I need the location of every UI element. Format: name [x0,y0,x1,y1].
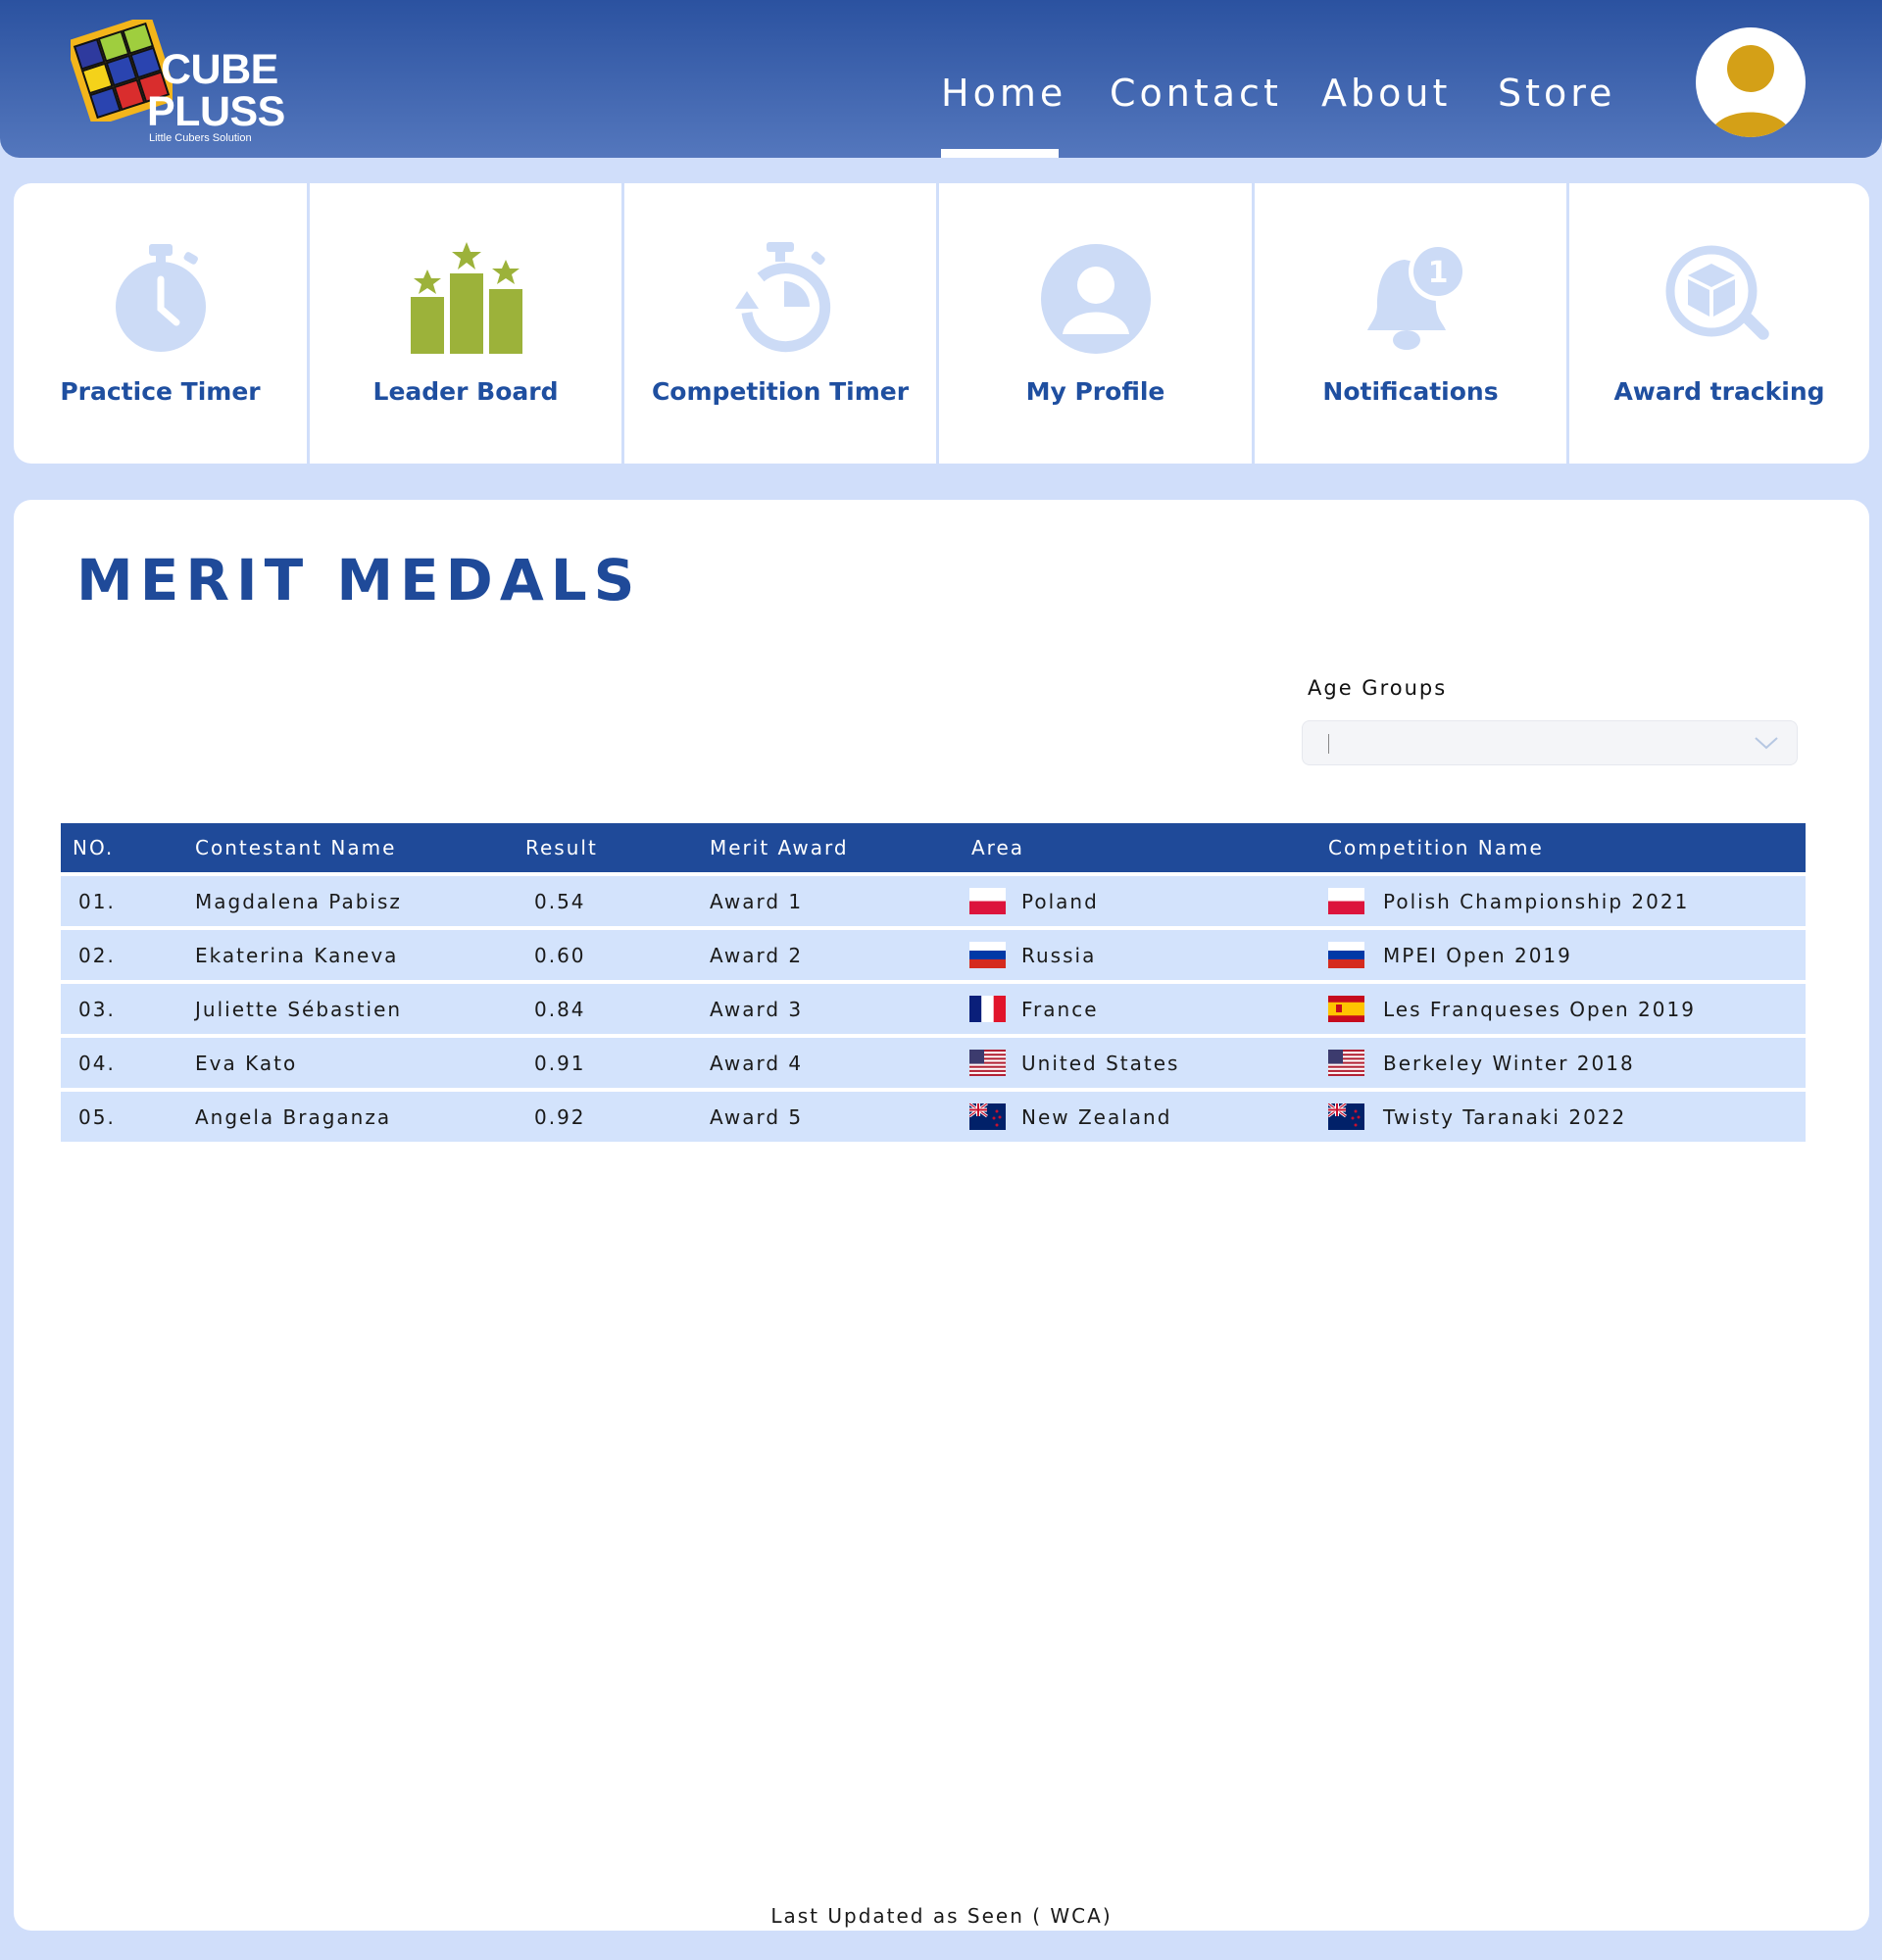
merit-medals-table: NO. Contestant Name Result Merit Award A… [61,823,1806,1142]
cell-merit-award: Award 4 [710,1052,804,1075]
column-header-area: Area [971,836,1025,859]
table-row[interactable]: 03. Juliette Sébastien 0.84 Award 3 Fran… [61,984,1806,1034]
nav-contact[interactable]: Contact [1110,72,1282,115]
nav-store[interactable]: Store [1498,72,1615,115]
age-groups-label: Age Groups [1308,676,1448,700]
user-circle-icon [1040,244,1151,354]
cell-no: 05. [78,1105,116,1129]
russia-flag-icon [969,942,1006,968]
card-practice-timer[interactable]: Practice Timer [14,183,310,464]
cell-no: 04. [78,1052,116,1075]
usa-flag-icon [969,1050,1006,1076]
user-avatar-icon [1709,45,1792,137]
column-header-competition-name: Competition Name [1328,836,1544,859]
card-label: Notifications [1322,377,1499,406]
column-header-result: Result [525,836,598,859]
column-header-contestant-name: Contestant Name [195,836,397,859]
cell-contestant-name: Magdalena Pabisz [195,890,402,913]
quick-nav-panel: Practice Timer Leader Board Competition … [14,183,1869,464]
nav-about[interactable]: About [1321,72,1451,115]
timer-reset-icon [735,242,831,353]
text-cursor [1328,734,1329,754]
cell-competition-name: Berkeley Winter 2018 [1383,1052,1635,1075]
cell-contestant-name: Eva Kato [195,1052,298,1075]
brand-name-line1: CUBE [161,46,278,93]
nav-home[interactable]: Home [941,72,1066,115]
column-header-merit-award: Merit Award [710,836,849,859]
age-groups-select[interactable] [1302,720,1798,765]
card-award-tracking[interactable]: Award tracking [1569,183,1869,464]
merit-medals-panel: MERIT MEDALS Age Groups NO. Contestant N… [14,500,1869,1931]
podium-stars-icon [411,242,522,354]
table-row[interactable]: 04. Eva Kato 0.91 Award 4 United States [61,1038,1806,1088]
last-updated-note: Last Updated as Seen ( WCA) [770,1904,1113,1928]
cell-no: 03. [78,998,116,1021]
page-title: MERIT MEDALS [76,547,642,613]
card-label: Leader Board [372,377,559,406]
table-row[interactable]: 02. Ekaterina Kaneva 0.60 Award 2 Russia… [61,930,1806,980]
cell-contestant-name: Juliette Sébastien [195,998,403,1021]
table-row[interactable]: 01. Magdalena Pabisz 0.54 Award 1 Poland… [61,876,1806,926]
column-header-no: NO. [73,836,115,859]
cell-area: New Zealand [1021,1105,1172,1129]
cell-result: 0.60 [534,944,586,967]
new-zealand-flag-icon [1328,1103,1364,1130]
card-label: Award tracking [1613,377,1825,406]
card-my-profile[interactable]: My Profile [939,183,1255,464]
card-leader-board[interactable]: Leader Board [310,183,624,464]
cell-area: United States [1021,1052,1180,1075]
top-header: CUBE PLUSS Little Cubers Solution Home C… [0,0,1882,158]
cell-area: Poland [1021,890,1099,913]
cell-merit-award: Award 3 [710,998,804,1021]
stopwatch-icon [115,244,206,352]
card-label: Competition Timer [651,377,910,406]
notification-count-badge: 1 [1428,256,1449,290]
cell-competition-name: Twisty Taranaki 2022 [1383,1105,1627,1129]
cell-area: France [1021,998,1099,1021]
brand-name-line2: PLUSS [147,88,285,135]
spain-flag-icon [1328,996,1364,1022]
cell-result: 0.84 [534,998,586,1021]
cube-search-icon [1665,245,1769,340]
cell-merit-award: Award 1 [710,890,804,913]
card-competition-timer[interactable]: Competition Timer [624,183,939,464]
brand-tagline: Little Cubers Solution [149,132,252,144]
nav-active-indicator [941,149,1059,158]
cell-competition-name: Polish Championship 2021 [1383,890,1690,913]
cell-competition-name: Les Franqueses Open 2019 [1383,998,1696,1021]
card-label: My Profile [1025,377,1165,406]
cell-result: 0.92 [534,1105,586,1129]
russia-flag-icon [1328,942,1364,968]
bell-badge-icon: 1 [1367,242,1467,350]
chevron-down-icon [1755,737,1778,750]
cell-merit-award: Award 2 [710,944,804,967]
card-label: Practice Timer [60,377,261,406]
cell-no: 01. [78,890,116,913]
cell-result: 0.91 [534,1052,586,1075]
user-avatar-button[interactable] [1696,27,1806,137]
new-zealand-flag-icon [969,1103,1006,1130]
cell-area: Russia [1021,944,1097,967]
table-header-row: NO. Contestant Name Result Merit Award A… [61,823,1806,872]
cell-competition-name: MPEI Open 2019 [1383,944,1572,967]
poland-flag-icon [969,888,1006,914]
brand-logo[interactable]: CUBE PLUSS Little Cubers Solution [71,20,286,147]
cell-contestant-name: Angela Braganza [195,1105,392,1129]
table-row[interactable]: 05. Angela Braganza 0.92 Award 5 New Zea… [61,1092,1806,1142]
card-notifications[interactable]: 1 Notifications [1255,183,1569,464]
cell-merit-award: Award 5 [710,1105,804,1129]
cell-contestant-name: Ekaterina Kaneva [195,944,399,967]
cell-no: 02. [78,944,116,967]
france-flag-icon [969,996,1006,1022]
usa-flag-icon [1328,1050,1364,1076]
poland-flag-icon [1328,888,1364,914]
cell-result: 0.54 [534,890,586,913]
